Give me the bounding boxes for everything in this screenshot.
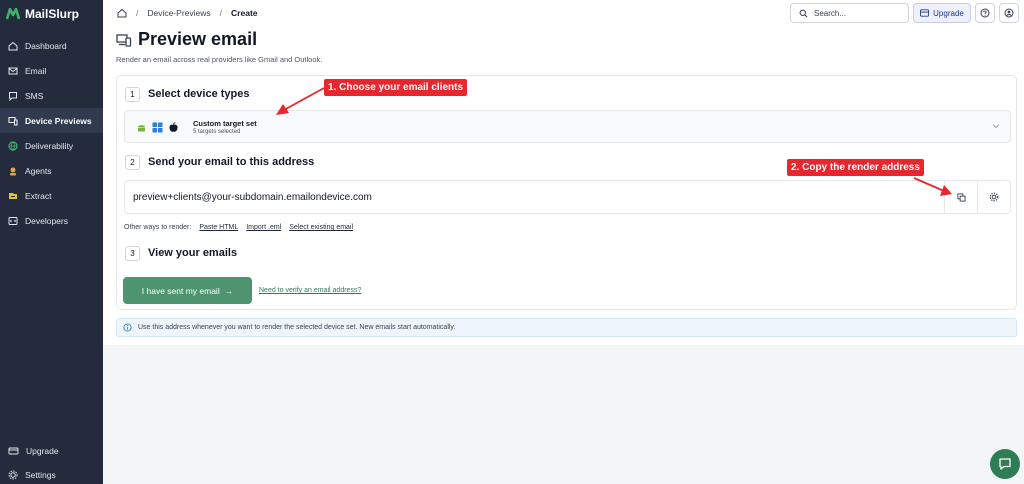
search-input[interactable]: Search... xyxy=(790,3,909,23)
sidebar-item-label: Email xyxy=(25,65,47,76)
sidebar-item-label: Upgrade xyxy=(26,446,59,456)
search-icon xyxy=(799,9,808,17)
main: / Device-Previews / Create Search... Upg… xyxy=(103,0,1024,484)
agent-icon xyxy=(10,167,16,175)
select-existing-email-link[interactable]: Select existing email xyxy=(289,224,353,231)
callout-choose-clients: 1. Choose your email clients xyxy=(324,79,468,96)
sidebar-item-email[interactable]: Email xyxy=(0,58,103,83)
topbar: / Device-Previews / Create Search... Upg… xyxy=(103,0,1024,27)
step-number: 2 xyxy=(125,155,140,170)
home-icon xyxy=(8,41,18,50)
other-render-options: Other ways to render: Paste HTML Import … xyxy=(124,224,353,231)
upgrade-label: Upgrade xyxy=(933,8,964,18)
mail-icon xyxy=(8,67,18,74)
chat-icon xyxy=(999,458,1011,470)
device-icon xyxy=(116,33,132,47)
sidebar-item-settings[interactable]: Settings xyxy=(0,463,103,484)
sidebar-item-dashboard[interactable]: Dashboard xyxy=(0,33,103,58)
android-icon xyxy=(138,125,145,132)
callout-copy-address: 2. Copy the render address xyxy=(787,159,924,176)
step-title: Select device types xyxy=(148,88,250,100)
help-icon xyxy=(980,8,990,18)
breadcrumb-current: Create xyxy=(231,8,258,18)
device-type-select[interactable]: Custom target set 5 targets selected xyxy=(124,110,1011,143)
sidebar-item-agents[interactable]: Agents xyxy=(0,158,103,183)
globe-icon xyxy=(8,140,18,151)
sidebar-item-device-previews[interactable]: Device Previews xyxy=(0,108,103,133)
message-icon xyxy=(9,91,17,101)
copy-button[interactable] xyxy=(944,181,977,213)
sidebar-item-label: Settings xyxy=(25,470,56,480)
account-button[interactable] xyxy=(999,3,1019,23)
gear-icon xyxy=(8,470,18,480)
settings-button[interactable] xyxy=(977,181,1010,213)
code-icon xyxy=(8,216,18,225)
sidebar-bottom: Upgrade Settings xyxy=(0,439,103,484)
sidebar-item-upgrade[interactable]: Upgrade xyxy=(0,439,103,463)
verify-email-link[interactable]: Need to verify an email address? xyxy=(259,287,361,294)
chat-button[interactable] xyxy=(990,449,1020,479)
render-address[interactable]: preview+clients@your-subdomain.emailonde… xyxy=(133,192,372,203)
device-icons xyxy=(136,122,179,133)
card-icon xyxy=(920,9,930,17)
sidebar-item-deliverability[interactable]: Deliverability xyxy=(0,133,103,158)
sent-email-label: I have sent my email xyxy=(141,285,220,296)
target-set-title: Custom target set xyxy=(193,119,257,128)
apple-icon xyxy=(169,122,178,132)
preview-card: 1 Select device types Custom target set … xyxy=(116,75,1017,310)
content-panel: Preview email Render an email across rea… xyxy=(103,27,1024,345)
arrow-right-icon: → xyxy=(224,285,234,296)
copy-icon xyxy=(956,192,966,202)
brand[interactable]: MailSlurp xyxy=(6,7,79,21)
render-address-field[interactable]: preview+clients@your-subdomain.emailonde… xyxy=(124,180,1011,214)
device-icon xyxy=(8,116,18,125)
home-icon[interactable] xyxy=(117,8,127,18)
search-placeholder: Search... xyxy=(814,8,847,18)
brand-name: MailSlurp xyxy=(25,7,80,21)
paste-html-link[interactable]: Paste HTML xyxy=(199,224,238,231)
chevron-down-icon xyxy=(992,124,1000,129)
sidebar-item-sms[interactable]: SMS xyxy=(0,83,103,108)
other-ways-label: Other ways to render: xyxy=(124,224,192,231)
sidebar-item-extract[interactable]: Extract xyxy=(0,183,103,208)
sidebar-item-label: Dashboard xyxy=(25,40,67,51)
breadcrumb-device-previews[interactable]: Device-Previews xyxy=(147,8,210,18)
gear-icon xyxy=(989,192,999,202)
breadcrumb-separator: / xyxy=(219,8,223,18)
step-number: 1 xyxy=(125,87,140,102)
sidebar-item-label: Extract xyxy=(25,190,52,201)
sidebar: MailSlurp Dashboard Email SMS Device Pre… xyxy=(0,0,103,484)
sidebar-item-developers[interactable]: Developers xyxy=(0,208,103,233)
help-button[interactable] xyxy=(975,3,995,23)
sidebar-item-label: Device Previews xyxy=(25,115,92,126)
sidebar-item-label: SMS xyxy=(25,90,44,101)
breadcrumb: / Device-Previews / Create xyxy=(117,8,258,18)
windows-icon xyxy=(152,122,163,133)
upgrade-icon xyxy=(8,447,19,455)
page-title: Preview email xyxy=(138,29,258,49)
page-header: Preview email xyxy=(116,29,257,50)
step-title: Send your email to this address xyxy=(148,156,315,168)
mailslurp-logo-icon xyxy=(6,8,20,20)
sidebar-nav: Dashboard Email SMS Device Previews Deli… xyxy=(0,33,103,233)
upgrade-button[interactable]: Upgrade xyxy=(913,3,971,23)
breadcrumb-separator: / xyxy=(136,8,139,18)
extract-icon xyxy=(9,192,17,199)
page-subtitle: Render an email across real providers li… xyxy=(116,55,323,64)
info-text: Use this address whenever you want to re… xyxy=(138,324,456,331)
info-banner: Use this address whenever you want to re… xyxy=(116,318,1017,337)
sidebar-item-label: Agents xyxy=(25,165,52,176)
user-icon xyxy=(1004,8,1014,18)
sent-email-button[interactable]: I have sent my email → xyxy=(123,277,252,304)
step-number: 3 xyxy=(125,246,140,261)
sidebar-item-label: Developers xyxy=(25,215,68,226)
info-icon xyxy=(123,323,132,332)
sidebar-item-label: Deliverability xyxy=(25,140,74,151)
step-title: View your emails xyxy=(148,247,238,259)
import-eml-link[interactable]: Import .eml xyxy=(246,224,281,231)
target-set-subtitle: 5 targets selected xyxy=(193,129,241,135)
